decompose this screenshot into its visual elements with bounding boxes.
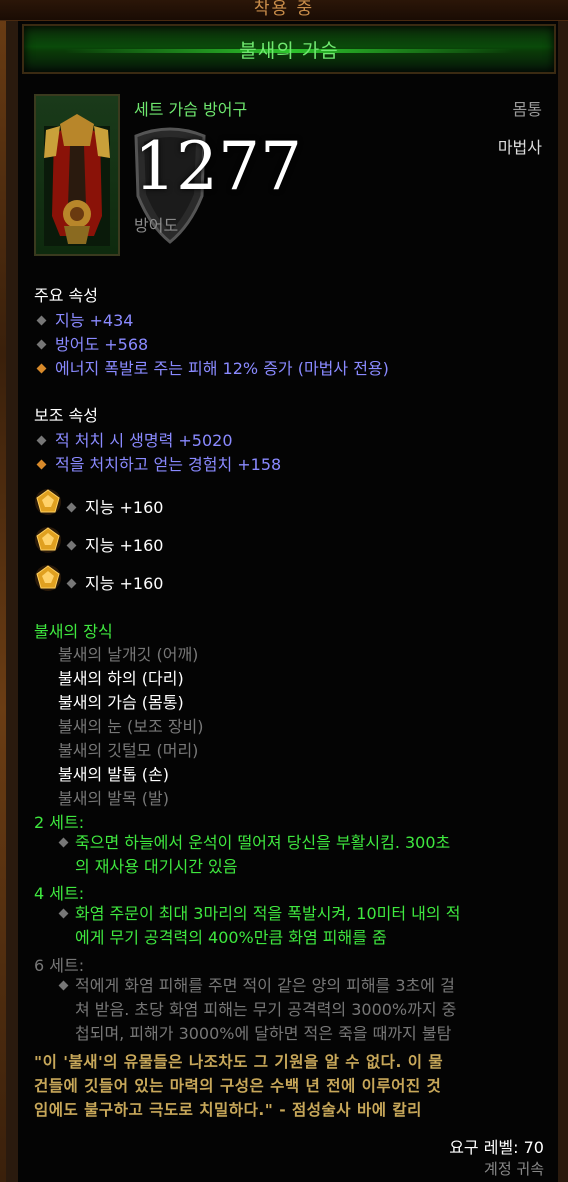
equipped-label: 착용 중: [253, 0, 315, 19]
diamond-bullet-icon: [36, 315, 47, 326]
diamond-bullet-icon: [36, 459, 47, 470]
secondary-stat: 적 처치 시 생명력 +5020: [36, 427, 233, 451]
set-bonus-text: 화염 주문이 최대 3마리의 적을 폭발시켜, 10미터 내의 적 에게 무기 …: [58, 902, 545, 950]
set-piece: 불새의 발목 (발): [58, 789, 169, 808]
diamond-bullet-icon: [36, 339, 47, 350]
topaz-gem-icon: [35, 527, 61, 553]
flavor-text: "이 '불새'의 유물들은 나조차도 그 기원을 알 수 없다. 이 물 건들에…: [34, 1053, 444, 1119]
topaz-gem-icon: [35, 565, 61, 591]
topaz-gem-icon: [35, 489, 61, 515]
primary-stat: 지능 +434: [36, 307, 133, 331]
item-type: 세트 가슴 방어구: [134, 100, 248, 119]
diamond-bullet-icon: [66, 502, 77, 513]
class-label: 마법사: [497, 138, 542, 157]
socket-stat: 지능 +160: [66, 570, 163, 594]
armor-value: 1277: [134, 128, 302, 205]
set-name: 불새의 장식: [34, 622, 113, 641]
set-bonus-text: 죽으면 하늘에서 운석이 떨어져 당신을 부활시킴. 300초 의 재사용 대기…: [58, 831, 545, 879]
diamond-bullet-icon: [36, 435, 47, 446]
set-piece: 불새의 가슴 (몸통): [58, 693, 184, 712]
item-title: 불새의 가슴: [239, 40, 339, 62]
firebird-chest-armor-icon: [34, 94, 120, 256]
diamond-bullet-icon: [58, 837, 69, 848]
set-piece: 불새의 발톱 (손): [58, 765, 169, 784]
socket-stat: 지능 +160: [66, 494, 163, 518]
secondary-stat: 적을 처치하고 얻는 경험치 +158: [36, 451, 281, 475]
set-bonus-heading: 2 세트:: [34, 813, 85, 832]
primary-stat: 방어도 +568: [36, 331, 148, 355]
diamond-bullet-icon: [66, 578, 77, 589]
set-bonus-heading: 4 세트:: [34, 884, 85, 903]
primary-heading: 주요 속성: [34, 286, 98, 305]
slot-label: 몸통: [512, 100, 542, 119]
diamond-bullet-icon: [66, 540, 77, 551]
set-piece: 불새의 눈 (보조 장비): [58, 717, 204, 736]
set-piece: 불새의 날개깃 (어깨): [58, 645, 199, 664]
equipped-strip: 착용 중: [0, 0, 568, 21]
item-title-bar: 불새의 가슴: [22, 24, 556, 74]
diamond-bullet-icon: [58, 980, 69, 991]
account-bound-label: 계정 귀속: [484, 1160, 544, 1178]
set-bonus-heading: 6 세트:: [34, 956, 85, 975]
set-piece: 불새의 하의 (다리): [58, 669, 184, 688]
diamond-bullet-icon: [58, 908, 69, 919]
armor-label: 방어도: [134, 216, 179, 235]
socket-stat: 지능 +160: [66, 532, 163, 556]
set-bonus-text: 적에게 화염 피해를 주면 적이 같은 양의 피해를 3초에 걸 쳐 받음. 초…: [58, 974, 545, 1046]
primary-stat: 에너지 폭발로 주는 피해 12% 증가 (마법사 전용): [36, 355, 389, 379]
chest-armor-art: [44, 114, 110, 246]
secondary-heading: 보조 속성: [34, 406, 98, 425]
required-level: 요구 레벨: 70: [449, 1138, 544, 1157]
diamond-bullet-icon: [36, 363, 47, 374]
set-piece: 불새의 깃털모 (머리): [58, 741, 199, 760]
